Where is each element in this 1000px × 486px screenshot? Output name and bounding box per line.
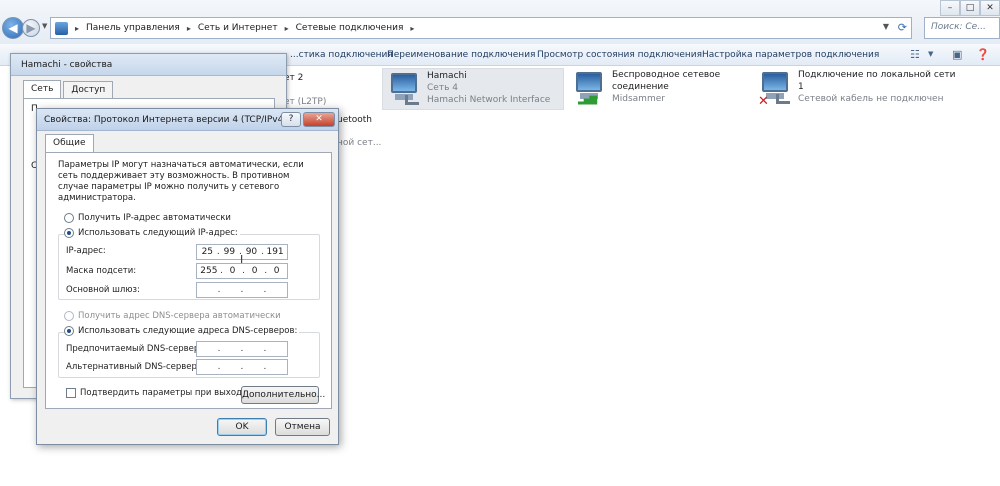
refresh-icon[interactable]: ⟳	[898, 21, 907, 34]
help-button[interactable]: ?	[281, 112, 301, 127]
view-dropdown-icon[interactable]: ▼	[928, 50, 942, 62]
connection-name: Hamachi	[427, 71, 467, 81]
disconnected-adapter-icon: ✕	[758, 72, 792, 109]
breadcrumb-network-connections[interactable]: Сетевые подключения	[296, 23, 404, 33]
general-tab-panel: Параметры IP могут назначаться автоматич…	[45, 152, 332, 409]
breadcrumb-chevron-icon[interactable]: ▸	[285, 24, 289, 33]
connection-device: Hamachi Network Interface	[427, 95, 551, 105]
network-adapter-icon	[387, 73, 421, 107]
dialog-titlebar[interactable]: Hamachi - свойства	[11, 54, 286, 76]
tab-access[interactable]: Доступ	[63, 81, 114, 99]
close-window-button[interactable]: ✕	[980, 0, 1000, 16]
radio-auto-ip-label: Получить IP-адрес автоматически	[78, 213, 231, 223]
connection-wireless[interactable]: ▂▄▆ Беспроводное сетевое соединение Mids…	[568, 68, 748, 110]
alternate-dns-label: Альтернативный DNS-сервер:	[66, 362, 200, 372]
checkbox-icon[interactable]	[66, 388, 76, 398]
wireless-adapter-icon: ▂▄▆	[572, 72, 606, 106]
maximize-button[interactable]: □	[960, 0, 980, 16]
history-dropdown-icon[interactable]: ▼	[42, 22, 47, 30]
preferred-dns-field[interactable]: . . .	[196, 341, 288, 357]
preferred-dns-label: Предпочитаемый DNS-сервер:	[66, 344, 203, 354]
alternate-dns-field[interactable]: . . .	[196, 359, 288, 375]
tab-network[interactable]: Сеть	[23, 80, 62, 98]
breadcrumb-chevron-icon[interactable]: ▸	[75, 24, 79, 33]
breadcrumb-control-panel[interactable]: Панель управления	[86, 23, 180, 33]
minimize-button[interactable]: –	[940, 0, 960, 16]
radio-manual-dns[interactable]: Использовать следующие адреса DNS-сервер…	[64, 326, 300, 336]
radio-button-icon[interactable]	[64, 311, 74, 321]
help-icon[interactable]: ❓	[976, 48, 990, 61]
window-controls: – □ ✕	[940, 0, 1000, 16]
ipv4-properties-dialog: Свойства: Протокол Интернета версии 4 (T…	[36, 108, 339, 445]
tab-general[interactable]: Общие	[45, 134, 94, 152]
connection-lan[interactable]: ✕ Подключение по локальной сети 1 Сетево…	[754, 68, 994, 110]
cancel-button[interactable]: Отмена	[275, 418, 330, 436]
ip-address-label: IP-адрес:	[66, 246, 106, 256]
forward-arrow-icon[interactable]: ▶	[22, 19, 40, 37]
preview-pane-icon[interactable]: ▣	[952, 48, 966, 61]
change-view-icon[interactable]: ☷	[910, 48, 924, 61]
radio-auto-dns-label: Получить адрес DNS-сервера автоматически	[78, 311, 281, 321]
partial-connection-text: ет (L2TP)	[284, 97, 327, 107]
radio-button-icon[interactable]	[64, 213, 74, 223]
connection-name-cont: соединение	[612, 82, 669, 92]
breadcrumb-network-internet[interactable]: Сеть и Интернет	[198, 23, 278, 33]
address-dropdown-icon[interactable]: ▼	[883, 22, 889, 31]
radio-auto-dns[interactable]: Получить адрес DNS-сервера автоматически	[64, 311, 281, 321]
radio-manual-ip[interactable]: Использовать следующий IP-адрес:	[64, 228, 240, 238]
text-cursor-icon: I	[240, 253, 244, 266]
radio-manual-ip-label: Использовать следующий IP-адрес:	[78, 228, 238, 238]
back-arrow-icon[interactable]: ◀	[2, 17, 24, 39]
connection-name: Подключение по локальной сети	[798, 70, 956, 80]
subnet-mask-label: Маска подсети:	[66, 266, 137, 276]
toolbar-change-settings[interactable]: Настройка параметров подключения	[702, 50, 879, 60]
gateway-label: Основной шлюз:	[66, 285, 140, 295]
radio-button-icon[interactable]	[64, 326, 74, 336]
control-panel-icon	[55, 21, 68, 35]
radio-manual-dns-label: Использовать следующие адреса DNS-сервер…	[78, 326, 298, 336]
gateway-field[interactable]: . . .	[196, 282, 288, 298]
dialog-title: Hamachi - свойства	[21, 60, 113, 70]
connection-status: Сетевой кабель не подключен	[798, 94, 944, 104]
advanced-button[interactable]: Дополнительно...	[241, 386, 325, 404]
toolbar-diagnostics[interactable]: ...стика подключения	[290, 50, 393, 60]
partial-connection-text: ной сет...	[337, 138, 382, 148]
toolbar-rename[interactable]: Переименование подключения	[387, 50, 535, 60]
breadcrumb-chevron-icon[interactable]: ▸	[410, 24, 414, 33]
validate-on-exit-checkbox[interactable]: Подтвердить параметры при выходе	[66, 388, 247, 398]
address-bar[interactable]: ▸ Панель управления ▸ Сеть и Интернет ▸ …	[50, 17, 912, 39]
connection-device: Midsammer	[612, 94, 665, 104]
explorer-nav-bar: ◀ ▶ ▼ ▸ Панель управления ▸ Сеть и Интер…	[0, 0, 1000, 44]
toolbar-view-status[interactable]: Просмотр состояния подключения	[537, 50, 702, 60]
radio-auto-ip[interactable]: Получить IP-адрес автоматически	[64, 213, 231, 223]
validate-on-exit-label: Подтвердить параметры при выходе	[80, 388, 248, 398]
connection-network: Сеть 4	[427, 83, 458, 93]
connection-name-cont: 1	[798, 82, 804, 92]
ok-button[interactable]: OK	[217, 418, 267, 436]
radio-button-icon[interactable]	[64, 228, 74, 238]
close-button[interactable]: ✕	[303, 112, 335, 127]
partial-connection-text: uetooth	[337, 115, 373, 125]
connection-name: Беспроводное сетевое	[612, 70, 721, 80]
connection-hamachi[interactable]: Hamachi Сеть 4 Hamachi Network Interface	[382, 68, 564, 110]
dialog-title: Свойства: Протокол Интернета версии 4 (T…	[44, 115, 287, 125]
description-text: Параметры IP могут назначаться автоматич…	[58, 160, 304, 203]
dialog-titlebar[interactable]: Свойства: Протокол Интернета версии 4 (T…	[37, 109, 338, 131]
search-input[interactable]: Поиск: Се...	[924, 17, 1000, 39]
breadcrumb-chevron-icon[interactable]: ▸	[187, 24, 191, 33]
